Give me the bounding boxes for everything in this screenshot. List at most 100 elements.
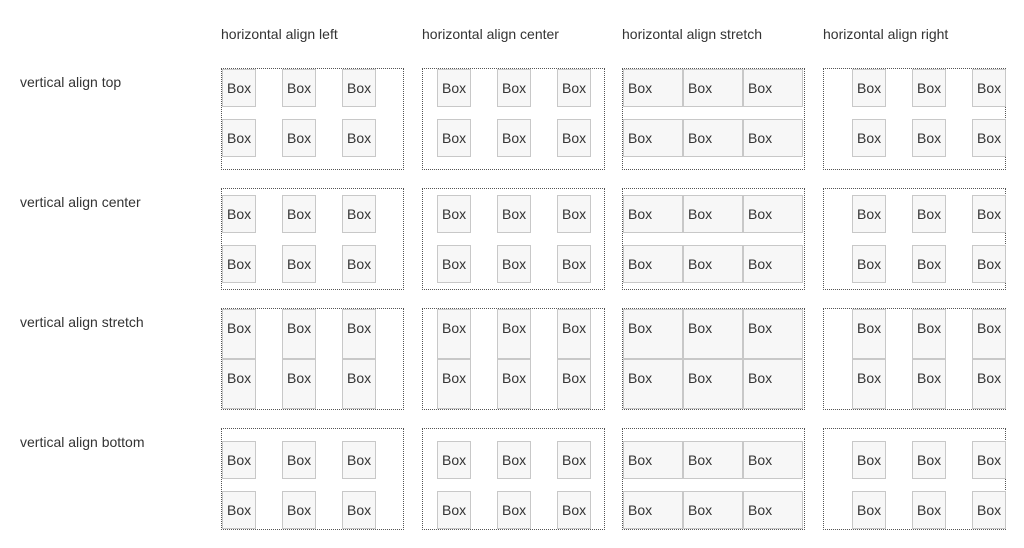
box: Box: [222, 309, 256, 359]
box: Box: [852, 491, 886, 529]
box: Box: [852, 441, 886, 479]
box: Box: [222, 359, 256, 409]
box: Box: [282, 441, 316, 479]
box: Box: [437, 119, 471, 157]
box: Box: [282, 195, 316, 233]
box: Box: [342, 359, 376, 409]
box: Box: [912, 195, 946, 233]
box: Box: [342, 119, 376, 157]
box: Box: [912, 359, 946, 409]
box: Box: [912, 441, 946, 479]
box: Box: [282, 359, 316, 409]
column-header-center: horizontal align center: [422, 26, 559, 42]
box: Box: [342, 245, 376, 283]
box: Box: [497, 245, 531, 283]
box: Box: [557, 245, 591, 283]
box: Box: [497, 491, 531, 529]
box: Box: [437, 359, 471, 409]
box: Box: [683, 441, 743, 479]
box: Box: [623, 195, 683, 233]
box: Box: [623, 69, 683, 107]
grid-top-right: Box Box Box Box Box Box: [823, 68, 1006, 170]
box: Box: [972, 195, 1006, 233]
grid-stretch-right: Box Box Box Box Box Box: [823, 308, 1006, 410]
box: Box: [222, 441, 256, 479]
box: Box: [972, 69, 1006, 107]
box: Box: [342, 69, 376, 107]
grid-bottom-stretch: Box Box Box Box Box Box: [622, 428, 805, 530]
box: Box: [497, 309, 531, 359]
box: Box: [557, 195, 591, 233]
box: Box: [437, 309, 471, 359]
grid-center-stretch: Box Box Box Box Box Box: [622, 188, 805, 290]
grid-bottom-right: Box Box Box Box Box Box: [823, 428, 1006, 530]
box: Box: [557, 119, 591, 157]
column-header-right: horizontal align right: [823, 26, 949, 42]
grid-top-stretch: Box Box Box Box Box Box: [622, 68, 805, 170]
box: Box: [912, 119, 946, 157]
box: Box: [743, 69, 803, 107]
box: Box: [972, 119, 1006, 157]
box: Box: [683, 195, 743, 233]
box: Box: [852, 245, 886, 283]
box: Box: [852, 119, 886, 157]
box: Box: [852, 309, 886, 359]
box: Box: [557, 491, 591, 529]
box: Box: [743, 195, 803, 233]
box: Box: [743, 119, 803, 157]
box: Box: [437, 441, 471, 479]
box: Box: [912, 309, 946, 359]
grid-center-right: Box Box Box Box Box Box: [823, 188, 1006, 290]
box: Box: [222, 119, 256, 157]
box: Box: [437, 195, 471, 233]
box: Box: [683, 309, 743, 359]
box: Box: [972, 359, 1006, 409]
box: Box: [282, 69, 316, 107]
box: Box: [282, 309, 316, 359]
grid-bottom-center: Box Box Box Box Box Box: [422, 428, 605, 530]
box: Box: [623, 245, 683, 283]
box: Box: [497, 441, 531, 479]
box: Box: [972, 491, 1006, 529]
box: Box: [623, 491, 683, 529]
box: Box: [683, 359, 743, 409]
box: Box: [623, 441, 683, 479]
box: Box: [222, 69, 256, 107]
box: Box: [282, 491, 316, 529]
box: Box: [912, 69, 946, 107]
box: Box: [342, 441, 376, 479]
box: Box: [437, 491, 471, 529]
box: Box: [743, 491, 803, 529]
box: Box: [972, 309, 1006, 359]
box: Box: [497, 69, 531, 107]
box: Box: [852, 69, 886, 107]
grid-stretch-center: Box Box Box Box Box Box: [422, 308, 605, 410]
box: Box: [683, 245, 743, 283]
grid-center-left: Box Box Box Box Box Box: [221, 188, 404, 290]
box: Box: [972, 441, 1006, 479]
box: Box: [437, 69, 471, 107]
box: Box: [852, 359, 886, 409]
box: Box: [342, 309, 376, 359]
box: Box: [222, 195, 256, 233]
box: Box: [342, 195, 376, 233]
box: Box: [222, 491, 256, 529]
box: Box: [972, 245, 1006, 283]
box: Box: [557, 69, 591, 107]
box: Box: [282, 119, 316, 157]
box: Box: [623, 359, 683, 409]
box: Box: [743, 245, 803, 283]
box: Box: [557, 359, 591, 409]
row-label-top: vertical align top: [20, 74, 122, 90]
box: Box: [557, 309, 591, 359]
grid-top-left: Box Box Box Box Box Box: [221, 68, 404, 170]
box: Box: [623, 309, 683, 359]
box: Box: [683, 491, 743, 529]
box: Box: [743, 309, 803, 359]
box: Box: [497, 195, 531, 233]
grid-stretch-stretch: Box Box Box Box Box Box: [622, 308, 805, 410]
row-label-center: vertical align center: [20, 194, 141, 210]
grid-center-center: Box Box Box Box Box Box: [422, 188, 605, 290]
box: Box: [683, 69, 743, 107]
column-header-left: horizontal align left: [221, 26, 338, 42]
